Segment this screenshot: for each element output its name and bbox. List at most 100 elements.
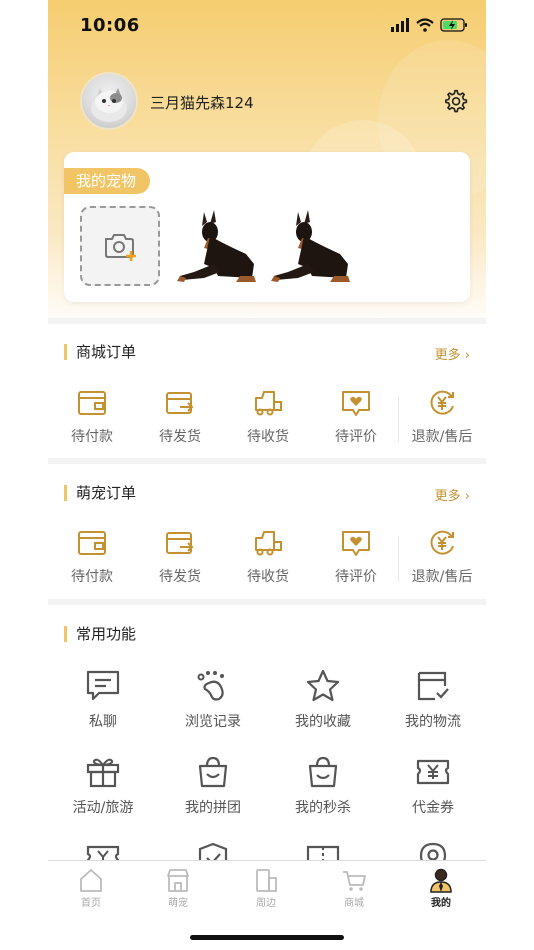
function-flash-sale[interactable]: 我的秒杀 xyxy=(268,755,378,817)
wallet-icon xyxy=(78,391,106,415)
delivery-truck-icon xyxy=(255,531,282,556)
tab-mall[interactable]: 商城 xyxy=(311,867,397,909)
mall-order-pending-payment[interactable]: 待付款 xyxy=(48,388,136,446)
profile-icon xyxy=(430,868,452,893)
home-icon xyxy=(80,869,102,892)
pet-orders-more-link[interactable]: 更多 › xyxy=(435,485,470,504)
order-status-label: 待收货 xyxy=(247,569,289,585)
function-label: 我的收藏 xyxy=(295,714,351,730)
function-voucher[interactable]: 代金券 xyxy=(378,755,486,817)
function-label: 活动/旅游 xyxy=(72,800,134,816)
cart-icon xyxy=(343,871,366,891)
function-favorites[interactable]: 我的收藏 xyxy=(268,669,378,731)
my-pets-card: 我的宠物 xyxy=(64,152,470,302)
dog-photo-icon xyxy=(271,210,350,282)
refund-yen-icon xyxy=(430,390,454,415)
order-status-label: 退款/售后 xyxy=(411,429,473,445)
tab-mine[interactable]: 我的 xyxy=(398,867,484,909)
settings-gear-icon[interactable] xyxy=(442,88,468,114)
pet-order-refund[interactable]: 退款/售后 xyxy=(398,528,486,586)
shipping-box-icon xyxy=(166,532,194,554)
chat-icon xyxy=(86,670,120,701)
username[interactable]: 三月猫先森124 xyxy=(150,92,254,113)
order-status-label: 待评价 xyxy=(335,429,377,445)
order-status-label: 退款/售后 xyxy=(411,569,473,585)
more-label: 更多 xyxy=(434,348,461,363)
status-bar: 10:06 xyxy=(48,0,486,52)
mall-order-refund[interactable]: 退款/售后 xyxy=(398,388,486,446)
add-pet-photo-button[interactable] xyxy=(80,206,160,286)
mall-orders-more-link[interactable]: 更多 › xyxy=(435,344,470,363)
shop-icon xyxy=(167,869,189,892)
signal-icon xyxy=(391,18,409,32)
battery-icon xyxy=(440,18,467,32)
tab-nearby[interactable]: 周边 xyxy=(223,867,309,909)
common-functions-title: 常用功能 xyxy=(64,626,136,642)
function-browse-history[interactable]: 浏览记录 xyxy=(158,669,268,731)
mall-order-pending-review[interactable]: 待评价 xyxy=(312,388,400,446)
mall-order-pending-receipt[interactable]: 待收货 xyxy=(224,388,312,446)
order-status-label: 待发货 xyxy=(159,569,201,585)
cat-avatar-icon xyxy=(91,88,127,122)
voucher-icon xyxy=(416,759,450,785)
function-private-chat[interactable]: 私聊 xyxy=(48,669,158,731)
review-heart-icon xyxy=(342,531,370,556)
gift-icon xyxy=(86,758,120,788)
tab-label: 周边 xyxy=(256,898,276,909)
wifi-icon xyxy=(416,18,434,32)
wallet-icon xyxy=(78,531,106,555)
location-pin-icon xyxy=(419,842,447,860)
order-status-label: 待发货 xyxy=(159,429,201,445)
logistics-icon xyxy=(417,671,449,701)
tab-label: 我的 xyxy=(431,898,451,909)
mall-order-pending-shipment[interactable]: 待发货 xyxy=(136,388,224,446)
flash-bag-icon xyxy=(308,756,338,788)
pet-orders-section: 萌宠订单 更多 › 待付款 待发货 待收货 待评价 退款/售后 xyxy=(48,464,486,598)
mall-orders-section: 商城订单 更多 › 待付款 待发货 待收货 待评价 退款/售后 xyxy=(48,324,486,458)
pet-order-pending-payment[interactable]: 待付款 xyxy=(48,528,136,586)
tab-label: 商城 xyxy=(344,898,364,909)
ticket-icon xyxy=(306,845,340,860)
status-icons xyxy=(390,18,468,32)
paw-icon xyxy=(197,671,224,701)
avatar[interactable] xyxy=(80,72,138,130)
tab-label: 首页 xyxy=(81,898,101,909)
pet-photo[interactable] xyxy=(174,206,256,284)
pet-order-pending-receipt[interactable]: 待收货 xyxy=(224,528,312,586)
mall-orders-title: 商城订单 xyxy=(64,344,136,360)
shield-check-icon xyxy=(198,842,228,860)
voucher-icon xyxy=(86,845,120,860)
shipping-box-icon xyxy=(166,392,194,414)
function-label: 代金券 xyxy=(412,800,454,816)
order-status-label: 待评价 xyxy=(335,569,377,585)
status-time: 10:06 xyxy=(80,15,140,36)
review-heart-icon xyxy=(342,391,370,416)
tab-cute-pets[interactable]: 萌宠 xyxy=(135,867,221,909)
delivery-truck-icon xyxy=(255,391,282,416)
refund-yen-icon xyxy=(430,530,454,555)
order-status-label: 待收货 xyxy=(247,429,289,445)
pet-photo[interactable] xyxy=(268,206,350,284)
more-label: 更多 xyxy=(434,489,461,504)
function-activities-travel[interactable]: 活动/旅游 xyxy=(48,755,158,817)
function-label: 私聊 xyxy=(89,714,117,730)
star-icon xyxy=(306,669,340,702)
pet-order-pending-review[interactable]: 待评价 xyxy=(312,528,400,586)
function-group-buy[interactable]: 我的拼团 xyxy=(158,755,268,817)
function-label: 浏览记录 xyxy=(185,714,241,730)
home-indicator xyxy=(190,935,344,940)
tab-home[interactable]: 首页 xyxy=(48,867,134,909)
order-status-label: 待付款 xyxy=(71,569,113,585)
shopping-bag-icon xyxy=(198,756,228,788)
common-functions-section: 常用功能 私聊 浏览记录 我的收藏 我的物流 活动/旅游 我的拼团 我的秒杀 代… xyxy=(48,605,486,860)
function-label: 我的物流 xyxy=(405,714,461,730)
nearby-icon xyxy=(256,869,277,892)
pet-order-status-row: 待付款 待发货 待收货 待评价 退款/售后 xyxy=(48,528,486,598)
function-label: 我的秒杀 xyxy=(295,800,351,816)
order-status-label: 待付款 xyxy=(71,429,113,445)
pet-orders-title: 萌宠订单 xyxy=(64,485,136,501)
mall-order-status-row: 待付款 待发货 待收货 待评价 退款/售后 xyxy=(48,388,486,458)
function-logistics[interactable]: 我的物流 xyxy=(378,669,486,731)
dog-photo-icon xyxy=(177,210,256,282)
pet-order-pending-shipment[interactable]: 待发货 xyxy=(136,528,224,586)
